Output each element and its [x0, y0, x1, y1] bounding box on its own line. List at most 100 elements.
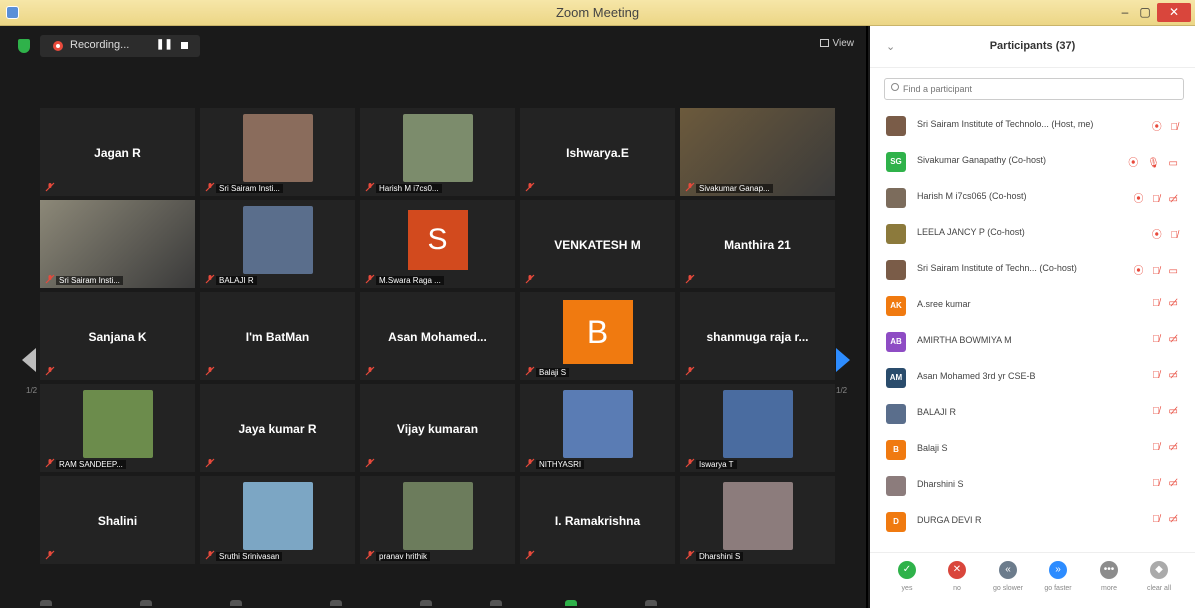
- participant-name: Sanjana K: [88, 330, 147, 344]
- toolbar-icon[interactable]: [645, 600, 657, 606]
- stop-recording-button[interactable]: [181, 42, 188, 49]
- participant-status-icons[interactable]: 🎙̸ ▭̸: [1152, 478, 1181, 489]
- participant-label: Harish M i7cs0...: [376, 184, 442, 193]
- muted-mic-icon: [365, 366, 375, 376]
- participant-row[interactable]: Sri Sairam Institute of Techn... (Co-hos…: [870, 252, 1195, 288]
- toolbar-icon[interactable]: [490, 600, 502, 606]
- participant-tile[interactable]: Vijay kumaran: [360, 384, 515, 472]
- participant-label: Dharshini S: [696, 552, 744, 561]
- view-button[interactable]: View: [819, 38, 854, 49]
- participant-tile[interactable]: Sri Sairam Insti...: [200, 108, 355, 196]
- participant-tile[interactable]: Sruthi Srinivasan: [200, 476, 355, 564]
- participant-tile[interactable]: Sri Sairam Insti...: [40, 200, 195, 288]
- participant-status-icons[interactable]: ⦿ 🎙̸: [1152, 226, 1181, 241]
- maximize-button[interactable]: ▢: [1135, 3, 1155, 22]
- participant-row[interactable]: Dharshini S 🎙̸ ▭̸: [870, 468, 1195, 504]
- toolbar-icon[interactable]: [140, 600, 152, 606]
- participant-tile[interactable]: Manthira 21: [680, 200, 835, 288]
- reaction-go-faster-button[interactable]: » go faster: [1035, 561, 1081, 592]
- participant-row[interactable]: AK A.sree kumar 🎙̸ ▭̸: [870, 288, 1195, 324]
- participant-search[interactable]: [884, 78, 1184, 100]
- recording-label: Recording...: [70, 39, 130, 51]
- participant-name: I. Ramakrishna: [554, 514, 641, 528]
- participant-status-icons[interactable]: ⦿ 🎙 ▭: [1128, 154, 1181, 169]
- participant-status-icons[interactable]: 🎙̸ ▭̸: [1152, 334, 1181, 345]
- participant-row[interactable]: Sri Sairam Institute of Technolo... (Hos…: [870, 108, 1195, 144]
- participant-tile[interactable]: shanmuga raja r...: [680, 292, 835, 380]
- participant-tile[interactable]: Iswarya T: [680, 384, 835, 472]
- reaction-yes-button[interactable]: ✓ yes: [884, 561, 930, 592]
- participant-tile[interactable]: RAM SANDEEP...: [40, 384, 195, 472]
- participant-avatar: [886, 404, 906, 424]
- toolbar-icon[interactable]: [420, 600, 432, 606]
- reaction-more-button[interactable]: ••• more: [1086, 561, 1132, 592]
- participant-tile[interactable]: B Balaji S: [520, 292, 675, 380]
- reaction-clear-all-button[interactable]: ◆ clear all: [1136, 561, 1182, 592]
- muted-mic-icon: [685, 182, 695, 192]
- reaction-no-button[interactable]: ✕ no: [934, 561, 980, 592]
- participant-tile[interactable]: Jagan R: [40, 108, 195, 196]
- participant-status-icons[interactable]: 🎙̸ ▭̸: [1152, 442, 1181, 453]
- initial-avatar: B: [562, 300, 633, 364]
- reaction-label: no: [953, 585, 961, 592]
- participant-tile[interactable]: Shalini: [40, 476, 195, 564]
- toolbar-icon[interactable]: [40, 600, 52, 606]
- toolbar-icon[interactable]: [330, 600, 342, 606]
- participant-tile[interactable]: Asan Mohamed...: [360, 292, 515, 380]
- participant-name: Asan Mohamed...: [388, 330, 487, 344]
- shield-icon[interactable]: [18, 39, 30, 53]
- participant-row[interactable]: SG Sivakumar Ganapathy (Co-host) ⦿ 🎙 ▭: [870, 144, 1195, 180]
- window-title: Zoom Meeting: [555, 5, 640, 20]
- participant-status-icons[interactable]: 🎙̸ ▭̸: [1152, 370, 1181, 381]
- profile-photo: [82, 390, 153, 458]
- participant-tile[interactable]: Sivakumar Ganap...: [680, 108, 835, 196]
- participant-tile[interactable]: NITHYASRI: [520, 384, 675, 472]
- toolbar-icon[interactable]: [230, 600, 242, 606]
- participant-name: I'm BatMan: [245, 330, 310, 344]
- participant-tile[interactable]: Dharshini S: [680, 476, 835, 564]
- muted-mic-icon: [205, 366, 215, 376]
- participant-status-icons[interactable]: ⦿ 🎙̸ ▭: [1133, 262, 1181, 277]
- participant-avatar: B: [886, 440, 906, 460]
- participant-row[interactable]: D DURGA DEVI R 🎙̸ ▭̸: [870, 504, 1195, 540]
- participant-tile[interactable]: VENKATESH M: [520, 200, 675, 288]
- participant-avatar: AB: [886, 332, 906, 352]
- participant-row-name: Dharshini S: [917, 479, 964, 489]
- search-input[interactable]: [903, 82, 1173, 96]
- participant-label: BALAJI R: [216, 276, 257, 285]
- participant-tile[interactable]: I. Ramakrishna: [520, 476, 675, 564]
- initial-avatar: S: [407, 210, 468, 270]
- participant-status-icons[interactable]: 🎙̸ ▭̸: [1152, 298, 1181, 309]
- close-button[interactable]: ✕: [1157, 3, 1191, 22]
- participant-status-icons[interactable]: ⦿ 🎙̸ ▭̸: [1133, 190, 1181, 205]
- participant-tile[interactable]: BALAJI R: [200, 200, 355, 288]
- previous-page-arrow[interactable]: [22, 348, 36, 372]
- title-bar: Zoom Meeting – ▢ ✕: [0, 0, 1195, 26]
- participant-tile[interactable]: I'm BatMan: [200, 292, 355, 380]
- participant-tile[interactable]: S M.Swara Raga ...: [360, 200, 515, 288]
- participant-row[interactable]: AM Asan Mohamed 3rd yr CSE-B 🎙̸ ▭̸: [870, 360, 1195, 396]
- participant-label: Sruthi Srinivasan: [216, 552, 283, 561]
- participant-tile[interactable]: pranav hrithik: [360, 476, 515, 564]
- participant-status-icons[interactable]: ⦿ 🎙̸: [1152, 118, 1181, 133]
- pause-recording-button[interactable]: ❚❚: [156, 39, 173, 50]
- participant-row[interactable]: BALAJI R 🎙̸ ▭̸: [870, 396, 1195, 432]
- reaction-label: clear all: [1146, 585, 1172, 592]
- bottom-toolbar-partial: [0, 596, 868, 608]
- participant-row[interactable]: Harish M i7cs065 (Co-host) ⦿ 🎙̸ ▭̸: [870, 180, 1195, 216]
- participant-row-name: Sri Sairam Institute of Techn... (Co-hos…: [917, 263, 1077, 273]
- participant-tile[interactable]: Sanjana K: [40, 292, 195, 380]
- participant-status-icons[interactable]: 🎙̸ ▭̸: [1152, 514, 1181, 525]
- toolbar-icon[interactable]: [565, 600, 577, 606]
- grid-view-icon: [819, 39, 829, 47]
- minimize-button[interactable]: –: [1115, 3, 1135, 22]
- participant-tile[interactable]: Jaya kumar R: [200, 384, 355, 472]
- participant-row[interactable]: AB AMIRTHA BOWMIYA M 🎙̸ ▭̸: [870, 324, 1195, 360]
- participant-tile[interactable]: Harish M i7cs0...: [360, 108, 515, 196]
- participant-tile[interactable]: Ishwarya.E: [520, 108, 675, 196]
- participant-row-name: LEELA JANCY P (Co-host): [917, 227, 1025, 237]
- participant-row[interactable]: LEELA JANCY P (Co-host) ⦿ 🎙̸: [870, 216, 1195, 252]
- participant-row[interactable]: B Balaji S 🎙̸ ▭̸: [870, 432, 1195, 468]
- participant-status-icons[interactable]: 🎙̸ ▭̸: [1152, 406, 1181, 417]
- reaction-go-slower-button[interactable]: « go slower: [985, 561, 1031, 592]
